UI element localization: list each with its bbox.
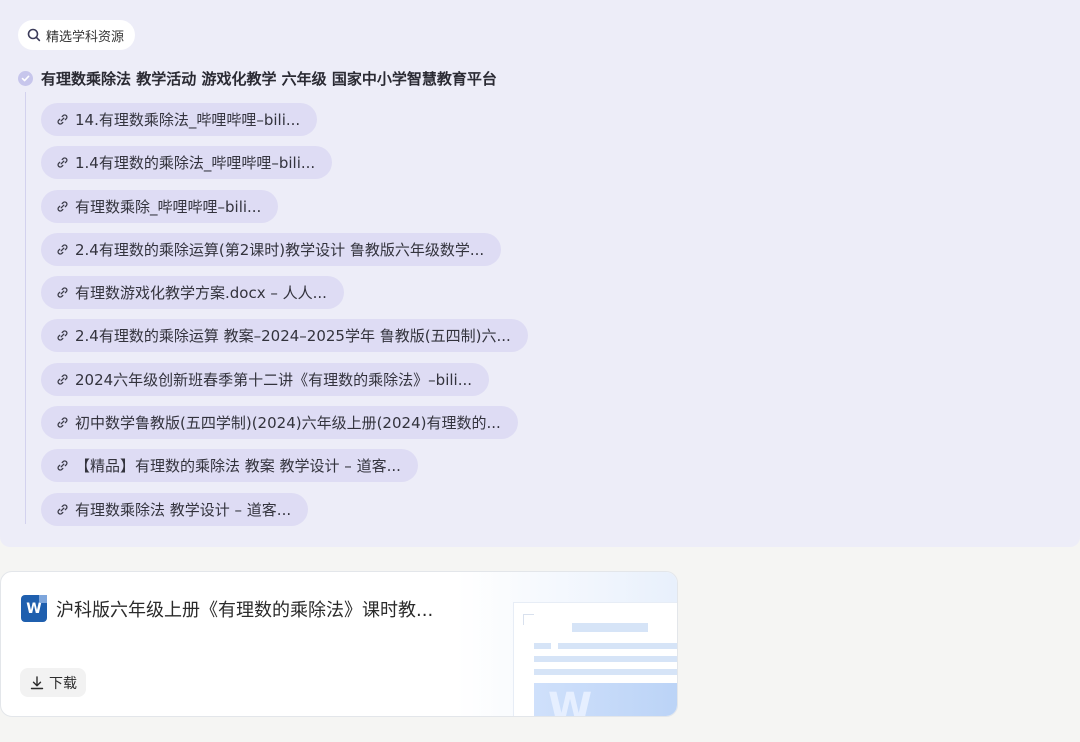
section-title: 有理数乘除法 教学活动 游戏化教学 六年级 国家中小学智慧教育平台 — [41, 70, 497, 88]
timeline-line — [25, 92, 26, 524]
preview-line — [572, 623, 648, 632]
search-icon — [27, 28, 41, 42]
link-item[interactable]: 初中数学鲁教版(五四学制)(2024)六年级上册(2024)有理数的... — [41, 406, 518, 440]
link-label: 初中数学鲁教版(五四学制)(2024)六年级上册(2024)有理数的... — [75, 414, 501, 433]
link-item[interactable]: 2.4有理数的乘除运算(第2课时)教学设计 鲁教版六年级数学... — [41, 232, 502, 266]
section-title-row: 有理数乘除法 教学活动 游戏化教学 六年级 国家中小学智慧教育平台 — [18, 68, 497, 89]
check-circle-icon — [18, 71, 33, 86]
link-icon — [56, 329, 69, 342]
link-label: 有理数乘除法 教学设计 – 道客... — [75, 500, 292, 519]
link-label: 【精品】有理数的乘除法 教案 教学设计 – 道客... — [75, 457, 401, 476]
link-item[interactable]: 有理数乘除_哔哩哔哩–bili... — [41, 189, 279, 223]
link-icon — [56, 286, 69, 299]
link-icon — [56, 156, 69, 169]
document-card[interactable]: W 沪科版六年级上册《有理数的乘除法》课时教... 下载 W — [0, 571, 678, 717]
link-item[interactable]: 有理数乘除法 教学设计 – 道客... — [41, 492, 309, 526]
document-title-row: W 沪科版六年级上册《有理数的乘除法》课时教... — [21, 595, 433, 622]
resource-chip[interactable]: 精选学科资源 — [18, 20, 136, 50]
download-icon — [29, 675, 45, 691]
chip-label: 精选学科资源 — [46, 29, 125, 45]
preview-line — [558, 643, 677, 649]
preview-line — [534, 656, 677, 662]
link-label: 2.4有理数的乘除运算(第2课时)教学设计 鲁教版六年级数学... — [75, 240, 485, 259]
link-icon — [56, 113, 69, 126]
link-item[interactable]: 2.4有理数的乘除运算 教案–2024–2025学年 鲁教版(五四制)六... — [41, 319, 528, 353]
download-button[interactable]: 下载 — [20, 668, 86, 697]
link-item[interactable]: 14.有理数乘除法_哔哩哔哩–bili... — [41, 103, 318, 136]
link-icon — [56, 373, 69, 386]
link-label: 有理数乘除_哔哩哔哩–bili... — [75, 197, 262, 216]
word-watermark-icon: W — [548, 685, 593, 717]
link-icon — [56, 459, 69, 472]
link-icon — [56, 503, 69, 516]
link-item[interactable]: 1.4有理数的乘除法_哔哩哔哩–bili... — [41, 146, 333, 180]
document-title: 沪科版六年级上册《有理数的乘除法》课时教... — [56, 599, 434, 621]
link-label: 有理数游戏化教学方案.docx – 人人... — [75, 284, 327, 303]
link-label: 1.4有理数的乘除法_哔哩哔哩–bili... — [75, 154, 316, 173]
link-icon — [56, 243, 69, 256]
download-label: 下载 — [49, 675, 77, 692]
link-item[interactable]: 2024六年级创新班春季第十二讲《有理数的乘除法》–bili... — [41, 362, 490, 396]
link-label: 2.4有理数的乘除运算 教案–2024–2025学年 鲁教版(五四制)六... — [75, 327, 511, 346]
link-icon — [56, 200, 69, 213]
word-icon-letter: W — [26, 600, 42, 617]
preview-line — [534, 643, 551, 649]
preview-line — [534, 669, 677, 675]
search-results-panel: 精选学科资源 有理数乘除法 教学活动 游戏化教学 六年级 国家中小学智慧教育平台… — [0, 0, 1080, 547]
document-preview: W — [513, 602, 677, 717]
link-label: 2024六年级创新班春季第十二讲《有理数的乘除法》–bili... — [75, 370, 473, 389]
link-item[interactable]: 有理数游戏化教学方案.docx – 人人... — [41, 276, 344, 310]
links-list: 14.有理数乘除法_哔哩哔哩–bili... 1.4有理数的乘除法_哔哩哔哩–b… — [41, 103, 528, 536]
link-item[interactable]: 【精品】有理数的乘除法 教案 教学设计 – 道客... — [41, 449, 418, 483]
preview-corner — [523, 614, 534, 625]
link-icon — [56, 416, 69, 429]
word-document-icon: W — [21, 595, 47, 622]
link-label: 14.有理数乘除法_哔哩哔哩–bili... — [75, 111, 301, 129]
